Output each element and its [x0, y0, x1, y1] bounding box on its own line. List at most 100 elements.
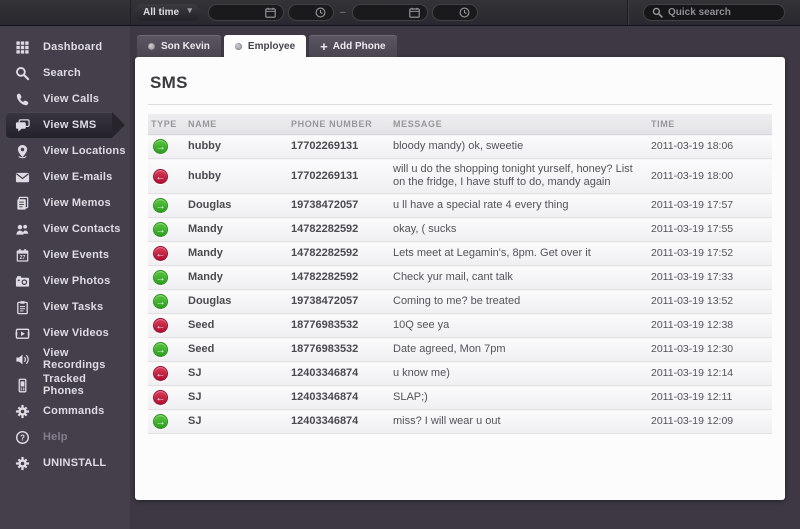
plus-icon: +: [320, 38, 328, 54]
message-direction-icon: [153, 270, 168, 285]
table-header-row: TYPE NAME PHONE NUMBER MESSAGE TIME: [148, 114, 772, 135]
message-direction-icon: [153, 366, 168, 381]
table-row: Mandy 14782282592 okay, ( sucks 2011-03-…: [148, 217, 772, 242]
time-from-field: [288, 4, 334, 21]
cell-name: Mandy: [185, 217, 288, 242]
quick-search-field: [643, 4, 800, 21]
sidebar-item-dashboard[interactable]: Dashboard: [0, 34, 130, 60]
cell-name: Mandy: [185, 265, 288, 290]
time-range-select[interactable]: All time ▾: [134, 4, 204, 21]
sidebar-item-view-emails[interactable]: View E-mails: [0, 164, 130, 190]
video-icon: [14, 325, 31, 342]
table-row: hubby 17702269131 will u do the shopping…: [148, 158, 772, 194]
cell-name: Seed: [185, 337, 288, 362]
cell-phone: 12403346874: [288, 409, 390, 434]
cell-phone: 14782282592: [288, 265, 390, 290]
sidebar-item-view-recordings[interactable]: View Recordings: [0, 346, 130, 372]
sidebar-item-help[interactable]: ? Help: [0, 424, 130, 450]
cell-message: miss? I will wear u out: [390, 409, 648, 434]
tab-label: Employee: [247, 41, 296, 52]
table-row: Mandy 14782282592 Check yur mail, cant t…: [148, 265, 772, 290]
sidebar-item-view-memos[interactable]: View Memos: [0, 190, 130, 216]
sidebar-item-label: View E-mails: [43, 171, 113, 183]
sidebar-item-commands[interactable]: Commands: [0, 398, 130, 424]
calendar-icon[interactable]: [265, 7, 276, 18]
table-row: SJ 12403346874 u know me) 2011-03-19 12:…: [148, 361, 772, 386]
sidebar-item-uninstall[interactable]: UNINSTALL: [0, 450, 130, 476]
cell-phone: 14782282592: [288, 217, 390, 242]
table-row: hubby 17702269131 bloody mandy) ok, swee…: [148, 134, 772, 159]
quick-search-input[interactable]: [668, 7, 800, 18]
sidebar-item-tracked-phones[interactable]: Tracked Phones: [0, 372, 130, 398]
sidebar-item-search[interactable]: Search: [0, 60, 130, 86]
cell-message: u ll have a special rate 4 every thing: [390, 193, 648, 218]
sidebar-item-label: View Videos: [43, 327, 109, 339]
time-to-field: [431, 4, 478, 21]
message-direction-icon: [153, 414, 168, 429]
message-direction-icon: [153, 168, 168, 184]
table-row: SJ 12403346874 miss? I will wear u out 2…: [148, 409, 772, 434]
cell-time: 2011-03-19 12:30: [648, 337, 772, 362]
cell-phone: 12403346874: [288, 385, 390, 410]
sidebar-item-view-videos[interactable]: View Videos: [0, 320, 130, 346]
tab-son-kevin[interactable]: Son Kevin: [137, 35, 221, 57]
clock-icon[interactable]: [459, 7, 470, 18]
col-header-message: MESSAGE: [390, 114, 648, 135]
calendar-icon[interactable]: [408, 7, 420, 18]
time-from-input[interactable]: [289, 5, 315, 20]
gear-icon: [14, 455, 31, 472]
cell-message: 10Q see ya: [390, 313, 648, 338]
cell-phone: 12403346874: [288, 361, 390, 386]
cell-message: will u do the shopping tonight yurself, …: [390, 158, 648, 194]
contacts-icon: [14, 221, 31, 238]
range-dash: –: [340, 7, 346, 18]
sidebar-item-view-calls[interactable]: View Calls: [0, 86, 130, 112]
memo-pages-icon: [14, 195, 31, 212]
cell-phone: 18776983532: [288, 313, 390, 338]
speaker-icon: [14, 351, 31, 368]
sidebar-item-label: Commands: [43, 405, 105, 417]
message-direction-icon: [153, 294, 168, 309]
cell-time: 2011-03-19 17:33: [648, 265, 772, 290]
table-row: Seed 18776983532 Date agreed, Mon 7pm 20…: [148, 337, 772, 362]
cell-name: Douglas: [185, 193, 288, 218]
clock-icon[interactable]: [315, 7, 326, 18]
sidebar-item-label: View Contacts: [43, 223, 121, 235]
phone-status-dot-icon: [234, 43, 242, 50]
sidebar-item-view-photos[interactable]: View Photos: [0, 268, 130, 294]
sidebar: Dashboard Search View Calls View SMS Vie…: [0, 26, 130, 529]
tab-add-phone[interactable]: + Add Phone: [309, 35, 397, 57]
dashboard-grid-icon: [14, 39, 31, 56]
date-to-input[interactable]: [352, 5, 409, 20]
cell-phone: 17702269131: [288, 134, 390, 159]
gear-icon: [14, 403, 31, 420]
tab-employee[interactable]: Employee: [223, 35, 307, 58]
cell-time: 2011-03-19 17:55: [648, 217, 772, 242]
date-to-field: [351, 4, 428, 21]
location-pin-icon: [14, 143, 31, 160]
sidebar-item-view-events[interactable]: 27 View Events: [0, 242, 130, 268]
tab-label: Add Phone: [332, 40, 386, 52]
sidebar-item-view-sms[interactable]: View SMS: [6, 112, 125, 138]
date-from-input[interactable]: [209, 5, 265, 20]
cell-phone: 18776983532: [288, 337, 390, 362]
sidebar-item-view-contacts[interactable]: View Contacts: [0, 216, 130, 242]
date-from-field: [208, 4, 284, 21]
cell-message: SLAP;): [390, 385, 648, 410]
time-to-input[interactable]: [432, 5, 459, 20]
table-row: Mandy 14782282592 Lets meet at Legamin's…: [148, 241, 772, 266]
cell-time: 2011-03-19 12:09: [648, 409, 772, 434]
svg-text:?: ?: [20, 433, 25, 442]
sidebar-item-view-locations[interactable]: View Locations: [0, 138, 130, 164]
cell-time: 2011-03-19 12:38: [648, 313, 772, 338]
cell-time: 2011-03-19 17:57: [648, 193, 772, 218]
cell-message: Check yur mail, cant talk: [390, 265, 648, 290]
mobile-phone-icon: [14, 377, 31, 394]
cell-time: 2011-03-19 18:00: [648, 158, 772, 194]
sms-bubbles-icon: [14, 117, 31, 134]
sidebar-item-view-tasks[interactable]: View Tasks: [0, 294, 130, 320]
col-header-time: TIME: [648, 114, 772, 135]
sidebar-item-label: View Events: [43, 249, 110, 261]
topbar-divider: [130, 0, 131, 25]
table-row: Douglas 19738472057 u ll have a special …: [148, 193, 772, 218]
